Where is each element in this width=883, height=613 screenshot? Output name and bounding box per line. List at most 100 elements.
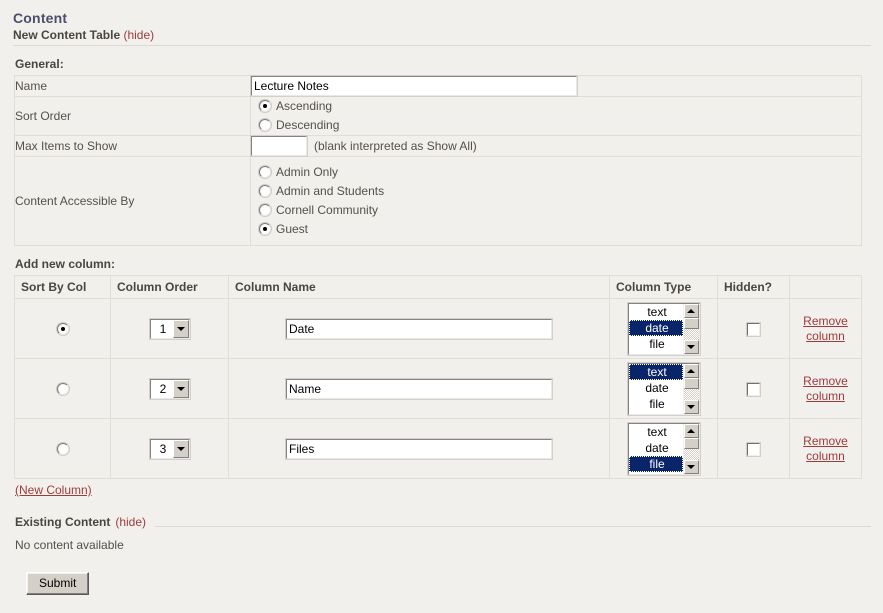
remove-column-link-row-1[interactable]: Remove column xyxy=(798,314,854,344)
hidden-checkbox-row-2[interactable] xyxy=(747,383,760,396)
column-table-header-row: Sort By Col Column Order Column Name Col… xyxy=(15,276,862,299)
scrollbar-row-2[interactable] xyxy=(683,364,699,414)
scroll-track[interactable] xyxy=(684,389,699,400)
radio-label-guest: Guest xyxy=(276,222,308,236)
scroll-down-icon[interactable] xyxy=(684,400,699,414)
radio-sort-by-col-row-3[interactable] xyxy=(57,443,69,455)
radio-sort-descending[interactable]: Descending xyxy=(259,116,861,135)
scrollbar-row-3[interactable] xyxy=(683,424,699,474)
subtitle-text: New Content Table xyxy=(13,28,120,42)
radio-indicator-cornell-community[interactable] xyxy=(259,204,271,216)
hidden-checkbox-row-1[interactable] xyxy=(747,323,760,336)
column-name-input-row-1[interactable] xyxy=(286,319,552,339)
column-type-options-row-2: text date file xyxy=(629,364,683,414)
option-date-row-3[interactable]: date xyxy=(629,440,683,456)
radio-sort-by-col-row-1[interactable] xyxy=(57,323,69,335)
column-order-select-row-1[interactable]: 1 xyxy=(150,319,190,339)
cell-hidden-2 xyxy=(718,359,790,419)
remove-label-line2-row-3: column xyxy=(806,449,845,463)
radio-sort-by-col-row-2[interactable] xyxy=(57,383,69,395)
chevron-down-icon[interactable] xyxy=(173,380,189,398)
row-name: Name xyxy=(15,76,862,97)
cell-sort-by-col-2 xyxy=(15,359,111,419)
scroll-up-icon[interactable] xyxy=(684,304,699,318)
radio-admin-and-students[interactable]: Admin and Students xyxy=(259,182,861,201)
option-date-row-1[interactable]: date xyxy=(629,320,683,336)
cell-column-type-3: text date file xyxy=(610,419,718,479)
radio-label-admin-and-students: Admin and Students xyxy=(276,184,384,198)
hide-new-content-table-link[interactable]: (hide) xyxy=(123,28,154,42)
cell-column-name-1 xyxy=(229,299,610,359)
scroll-thumb[interactable] xyxy=(684,438,699,449)
scroll-track[interactable] xyxy=(684,329,699,340)
option-text-row-2[interactable]: text xyxy=(629,364,683,380)
max-items-input[interactable] xyxy=(251,136,307,156)
cell-column-order-3: 3 xyxy=(111,419,229,479)
new-column-link[interactable]: (New Column) xyxy=(15,483,92,497)
option-file-row-1[interactable]: file xyxy=(629,336,683,352)
general-settings-table: Name Sort Order Ascending Descending Max xyxy=(14,75,862,246)
scroll-thumb[interactable] xyxy=(684,378,699,389)
cell-remove-2: Remove column xyxy=(790,359,862,419)
column-order-select-row-2[interactable]: 2 xyxy=(150,379,190,399)
radio-indicator-descending[interactable] xyxy=(259,119,271,131)
hide-existing-content-link[interactable]: (hide) xyxy=(115,515,146,529)
scrollbar-row-1[interactable] xyxy=(683,304,699,354)
option-text-row-1[interactable]: text xyxy=(629,304,683,320)
chevron-down-icon[interactable] xyxy=(173,440,189,458)
cell-column-type-1: text date file xyxy=(610,299,718,359)
radio-admin-only[interactable]: Admin Only xyxy=(259,163,861,182)
header-divider xyxy=(155,526,871,527)
scroll-up-icon[interactable] xyxy=(684,424,699,438)
radio-label-descending: Descending xyxy=(276,118,339,132)
table-row: 1 text date file xyxy=(15,299,862,359)
column-type-listbox-row-3[interactable]: text date file xyxy=(628,423,700,475)
column-order-select-row-3[interactable]: 3 xyxy=(150,439,190,459)
radio-label-ascending: Ascending xyxy=(276,99,332,113)
cell-column-order-1: 1 xyxy=(111,299,229,359)
column-name-input-row-2[interactable] xyxy=(286,379,552,399)
remove-label-line1-row-3: Remove xyxy=(803,434,848,448)
radio-guest[interactable]: Guest xyxy=(259,220,861,239)
row-accessible-by: Content Accessible By Admin Only Admin a… xyxy=(15,157,862,246)
option-file-row-3[interactable]: file xyxy=(629,456,683,472)
remove-column-link-row-3[interactable]: Remove column xyxy=(798,434,854,464)
cell-column-name-2 xyxy=(229,359,610,419)
radio-label-cornell-community: Cornell Community xyxy=(276,203,378,217)
radio-indicator-ascending[interactable] xyxy=(259,100,271,112)
max-items-label: Max Items to Show xyxy=(15,136,251,157)
accessible-by-options: Admin Only Admin and Students Cornell Co… xyxy=(251,157,862,246)
name-input[interactable] xyxy=(251,76,577,96)
scroll-down-icon[interactable] xyxy=(684,460,699,474)
radio-indicator-guest[interactable] xyxy=(259,223,271,235)
radio-cornell-community[interactable]: Cornell Community xyxy=(259,201,861,220)
option-date-row-2[interactable]: date xyxy=(629,380,683,396)
cell-sort-by-col-1 xyxy=(15,299,111,359)
remove-column-link-row-2[interactable]: Remove column xyxy=(798,374,854,404)
scroll-down-icon[interactable] xyxy=(684,340,699,354)
radio-indicator-admin-only[interactable] xyxy=(259,166,271,178)
radio-label-admin-only: Admin Only xyxy=(276,165,338,179)
scroll-up-icon[interactable] xyxy=(684,364,699,378)
sort-order-options: Ascending Descending xyxy=(251,97,862,136)
header-sort-by-col: Sort By Col xyxy=(15,276,111,299)
scroll-track[interactable] xyxy=(684,449,699,460)
cell-remove-3: Remove column xyxy=(790,419,862,479)
name-value-cell xyxy=(251,76,862,97)
max-items-note: (blank interpreted as Show All) xyxy=(314,139,477,153)
option-file-row-2[interactable]: file xyxy=(629,396,683,412)
sort-order-label: Sort Order xyxy=(15,97,251,136)
column-name-input-row-3[interactable] xyxy=(286,439,552,459)
scroll-thumb[interactable] xyxy=(684,318,699,329)
radio-sort-ascending[interactable]: Ascending xyxy=(259,97,861,116)
option-text-row-3[interactable]: text xyxy=(629,424,683,440)
column-type-listbox-row-1[interactable]: text date file xyxy=(628,303,700,355)
column-order-value-row-2: 2 xyxy=(151,380,173,398)
column-type-listbox-row-2[interactable]: text date file xyxy=(628,363,700,415)
header-column-type: Column Type xyxy=(610,276,718,299)
submit-button[interactable]: Submit xyxy=(26,572,89,595)
hidden-checkbox-row-3[interactable] xyxy=(747,443,760,456)
radio-indicator-admin-and-students[interactable] xyxy=(259,185,271,197)
chevron-down-icon[interactable] xyxy=(173,320,189,338)
page-title: Content xyxy=(13,10,871,26)
